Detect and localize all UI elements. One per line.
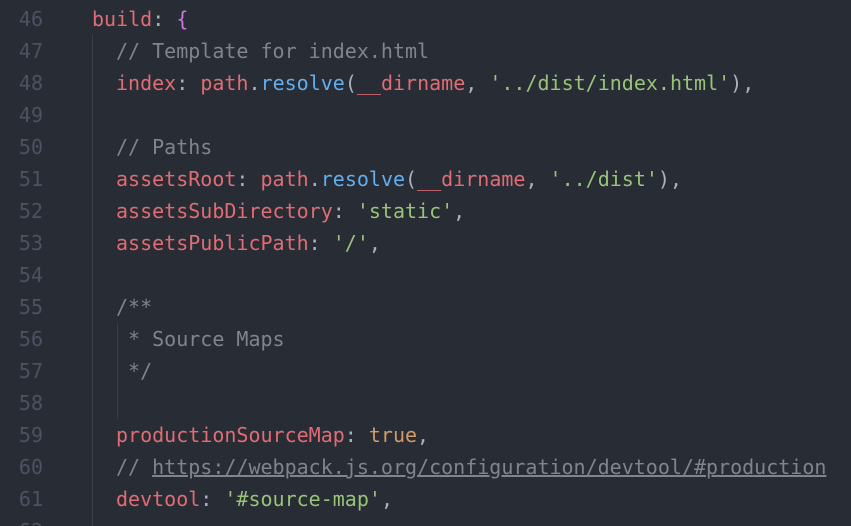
- line-number: 61: [18, 487, 43, 511]
- code-token-punc: ,: [380, 487, 393, 511]
- code-token-punc: ),: [730, 71, 755, 95]
- code-token-comment: //: [116, 455, 153, 479]
- code-line[interactable]: 55 /**: [0, 291, 851, 323]
- code-text[interactable]: assetsRoot: path.resolve(__dirname, '../…: [116, 163, 682, 195]
- line-number: 58: [18, 391, 43, 415]
- code-token-punc: :: [332, 199, 357, 223]
- code-text[interactable]: index: path.resolve(__dirname, '../dist/…: [116, 67, 754, 99]
- code-line[interactable]: 56 * Source Maps: [0, 323, 851, 355]
- line-number: 54: [18, 263, 43, 287]
- code-token-string: 'static': [356, 199, 454, 223]
- code-token-string: '#source-map': [224, 487, 381, 511]
- code-text[interactable]: build: {: [92, 3, 188, 35]
- code-token-punc: (: [344, 71, 357, 95]
- code-token-punc: ,: [368, 231, 381, 255]
- code-token-punc: :: [176, 71, 201, 95]
- code-token-punc: ,: [453, 199, 466, 223]
- code-token-punc: ,: [417, 423, 430, 447]
- code-token-punc: :: [152, 7, 177, 31]
- code-text[interactable]: // https://webpack.js.org/configuration/…: [116, 451, 826, 483]
- code-text[interactable]: assetsPublicPath: '/',: [116, 227, 381, 259]
- code-token-ident: __dirname: [417, 167, 526, 191]
- code-token-ident: path: [260, 167, 309, 191]
- code-token-punc: :: [200, 487, 225, 511]
- code-token-string: '../dist/index.html': [489, 71, 731, 95]
- code-line[interactable]: 48 index: path.resolve(__dirname, '../dis…: [0, 67, 851, 99]
- code-line[interactable]: 54: [0, 259, 851, 291]
- line-number: 57: [18, 359, 43, 383]
- code-line[interactable]: 57 */: [0, 355, 851, 387]
- code-token-brace: {: [176, 7, 189, 31]
- code-token-punc: :: [308, 231, 333, 255]
- line-number: 48: [18, 71, 43, 95]
- line-number: 55: [18, 295, 43, 319]
- code-token-punc: :: [236, 167, 261, 191]
- code-token-prop: productionSourceMap: [116, 423, 345, 447]
- line-number: 60: [18, 455, 43, 479]
- line-number: 51: [18, 167, 43, 191]
- code-text[interactable]: // Paths: [116, 131, 212, 163]
- code-token-punc: (: [405, 167, 418, 191]
- line-number: 50: [18, 135, 43, 159]
- code-token-comment: /**: [116, 295, 153, 319]
- line-number: 49: [18, 103, 43, 127]
- code-token-ident: path: [200, 71, 249, 95]
- code-token-prop: index: [116, 71, 177, 95]
- comment-block-guide: [117, 323, 118, 419]
- code-token-punc: ),: [657, 167, 683, 191]
- code-token-prop: assetsRoot: [116, 167, 237, 191]
- line-number: 62: [0, 515, 43, 526]
- line-number: 59: [18, 423, 43, 447]
- code-text[interactable]: assetsSubDirectory: 'static',: [116, 195, 465, 227]
- code-line[interactable]: 52 assetsSubDirectory: 'static',: [0, 195, 851, 227]
- code-token-prop: assetsPublicPath: [116, 231, 309, 255]
- code-token-punc: :: [344, 423, 369, 447]
- code-token-fn: resolve: [320, 167, 406, 191]
- code-text[interactable]: /**: [116, 291, 152, 323]
- code-line[interactable]: 51 assetsRoot: path.resolve(__dirname, '.…: [0, 163, 851, 195]
- code-token-punc: ,: [465, 71, 490, 95]
- line-number: 56: [18, 327, 43, 351]
- code-line[interactable]: 47 // Template for index.html: [0, 35, 851, 67]
- code-text[interactable]: // Template for index.html: [116, 35, 429, 67]
- code-token-comment: // Paths: [116, 135, 213, 159]
- code-token-prop: assetsSubDirectory: [116, 199, 333, 223]
- code-token-punc: ,: [525, 167, 550, 191]
- code-token-bool: true: [368, 423, 418, 447]
- code-line[interactable]: 61 devtool: '#source-map',: [0, 483, 851, 515]
- code-line[interactable]: 62: [0, 515, 851, 526]
- line-number: 46: [18, 7, 43, 31]
- code-line[interactable]: 49: [0, 99, 851, 131]
- line-number: 52: [18, 199, 43, 223]
- code-text[interactable]: */: [116, 355, 152, 387]
- code-token-fn: resolve: [260, 71, 345, 95]
- line-number: 47: [18, 39, 43, 63]
- code-line[interactable]: 58: [0, 387, 851, 419]
- code-line[interactable]: 50 // Paths: [0, 131, 851, 163]
- code-token-prop: build: [92, 7, 153, 31]
- code-text[interactable]: devtool: '#source-map',: [116, 483, 393, 515]
- code-text[interactable]: productionSourceMap: true,: [116, 419, 429, 451]
- code-line[interactable]: 59 productionSourceMap: true,: [0, 419, 851, 451]
- code-line[interactable]: 53 assetsPublicPath: '/',: [0, 227, 851, 259]
- code-token-link[interactable]: https://webpack.js.org/configuration/dev…: [152, 455, 826, 479]
- code-token-punc: .: [308, 167, 321, 191]
- code-text[interactable]: * Source Maps: [116, 323, 285, 355]
- code-token-string: '/': [332, 231, 369, 255]
- code-token-comment: * Source Maps: [116, 327, 285, 351]
- code-token-string: '../dist': [549, 167, 658, 191]
- indent-guide: [92, 35, 93, 526]
- code-token-comment: */: [116, 359, 153, 383]
- code-token-comment: // Template for index.html: [116, 39, 430, 63]
- code-editor[interactable]: 46 build: {47// Template for index.html 48…: [0, 0, 851, 526]
- line-number: 53: [18, 231, 43, 255]
- code-line[interactable]: 60 // https://webpack.js.org/configuratio…: [0, 451, 851, 483]
- code-token-prop: devtool: [116, 487, 201, 511]
- code-token-punc: .: [248, 71, 261, 95]
- code-line[interactable]: 46 build: {: [0, 3, 851, 35]
- code-token-ident: __dirname: [356, 71, 466, 95]
